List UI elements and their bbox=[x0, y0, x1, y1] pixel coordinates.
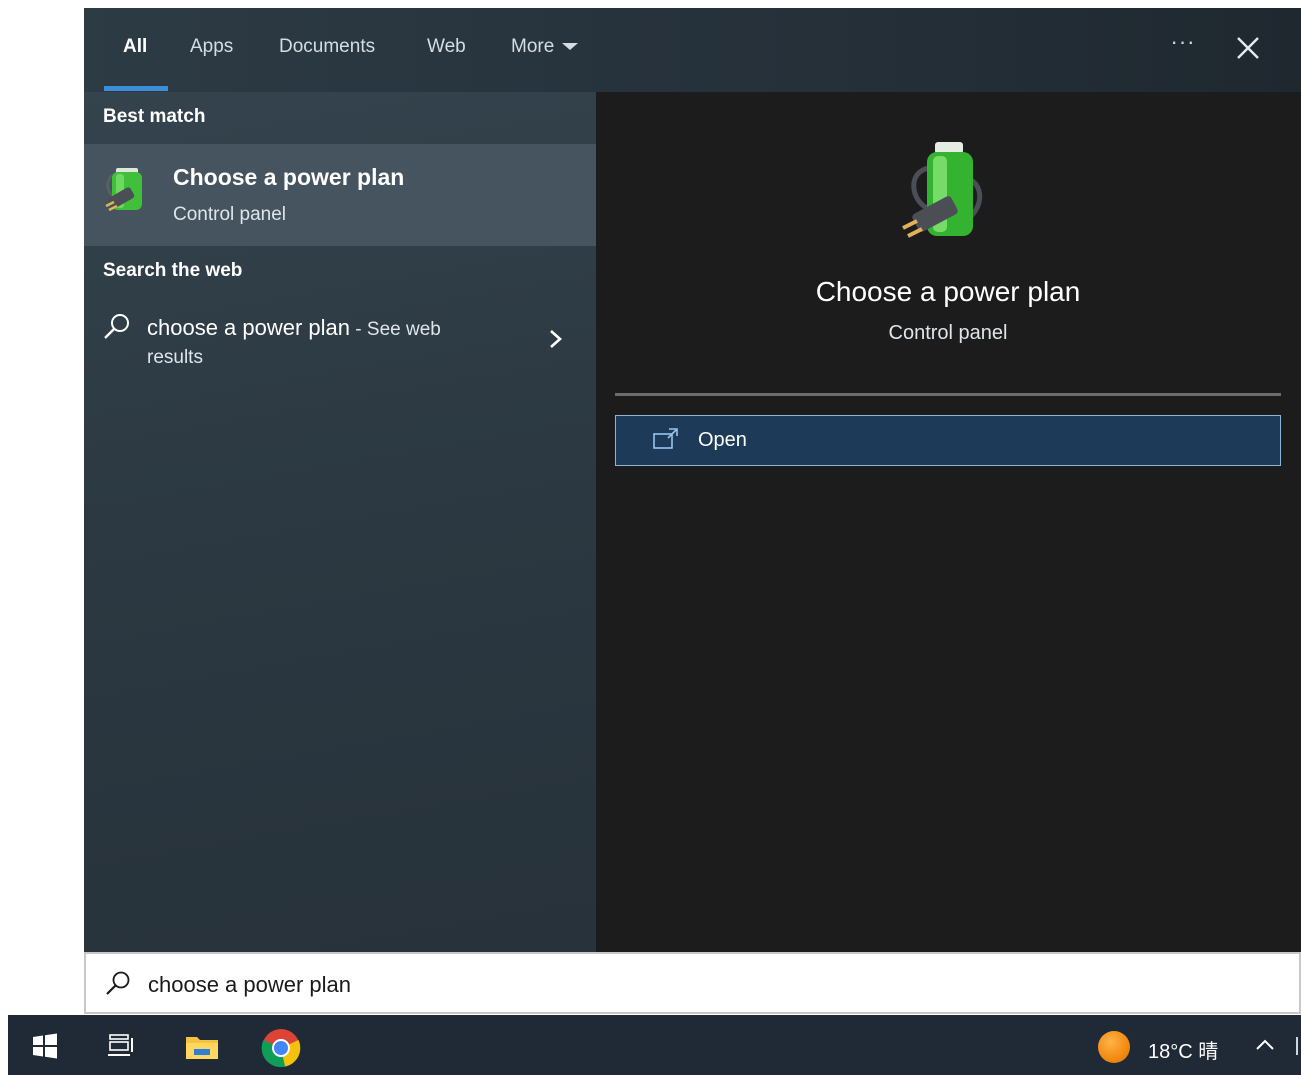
chevron-right-icon[interactable] bbox=[544, 324, 568, 354]
divider bbox=[615, 393, 1281, 396]
tab-documents[interactable]: Documents bbox=[279, 36, 375, 58]
weather-readout[interactable]: 18°C 晴 bbox=[1148, 1035, 1218, 1064]
taskbar: 18°C 晴 bbox=[8, 1015, 1301, 1075]
tab-more-label: More bbox=[511, 36, 555, 57]
filter-tabs-bar: All Apps Documents Web More ··· bbox=[84, 8, 1301, 92]
search-icon bbox=[106, 971, 130, 995]
chevron-up-icon[interactable] bbox=[1254, 1037, 1276, 1053]
windows-start-icon[interactable] bbox=[32, 1033, 58, 1059]
search-icon bbox=[104, 314, 129, 339]
detail-pane: Choose a power plan Control panel Open bbox=[615, 112, 1281, 952]
weather-temp: 18°C bbox=[1148, 1041, 1193, 1063]
search-web-heading: Search the web bbox=[103, 260, 243, 281]
web-result-text: choose a power plan - See web bbox=[147, 311, 527, 347]
chrome-icon[interactable] bbox=[261, 1028, 301, 1068]
see-web-results-text: results bbox=[147, 347, 203, 368]
active-tab-indicator bbox=[104, 86, 168, 91]
best-match-title: Choose a power plan bbox=[173, 164, 405, 190]
tab-web[interactable]: Web bbox=[427, 36, 466, 58]
power-plan-battery-icon bbox=[105, 168, 142, 212]
weather-condition: 晴 bbox=[1198, 1041, 1219, 1063]
power-plan-battery-icon bbox=[902, 142, 983, 238]
best-match-subtitle: Control panel bbox=[173, 204, 287, 225]
detail-subtitle: Control panel bbox=[888, 322, 1008, 344]
open-external-icon bbox=[653, 428, 678, 449]
results-pane: Best match Choose a power plan Control p… bbox=[84, 92, 596, 952]
open-button[interactable]: Open bbox=[615, 415, 1281, 466]
weather-sun-icon[interactable] bbox=[1098, 1031, 1130, 1063]
search-panel: All Apps Documents Web More ··· Best mat… bbox=[84, 8, 1301, 952]
best-match-item[interactable]: Choose a power plan Control panel bbox=[84, 144, 596, 246]
search-input[interactable]: choose a power plan bbox=[84, 952, 1301, 1014]
web-search-result[interactable]: choose a power plan - See web results bbox=[84, 304, 596, 392]
task-view-icon[interactable] bbox=[106, 1032, 136, 1060]
open-button-label: Open bbox=[698, 429, 747, 451]
caret-down-icon bbox=[562, 43, 579, 51]
tab-all[interactable]: All bbox=[123, 36, 147, 58]
detail-title: Choose a power plan bbox=[815, 276, 1081, 307]
tab-more[interactable]: More bbox=[511, 36, 579, 58]
close-icon bbox=[1237, 37, 1259, 59]
best-match-heading: Best match bbox=[103, 106, 206, 127]
tab-apps[interactable]: Apps bbox=[190, 36, 233, 58]
tray-icon-partial[interactable] bbox=[1296, 1037, 1301, 1055]
web-query-text: choose a power plan bbox=[147, 315, 351, 340]
search-input-value: choose a power plan bbox=[148, 972, 352, 997]
more-options-button[interactable]: ··· bbox=[1168, 30, 1198, 60]
close-button[interactable] bbox=[1230, 30, 1266, 66]
file-explorer-icon[interactable] bbox=[184, 1031, 220, 1061]
see-web-text: - See web bbox=[350, 319, 441, 340]
